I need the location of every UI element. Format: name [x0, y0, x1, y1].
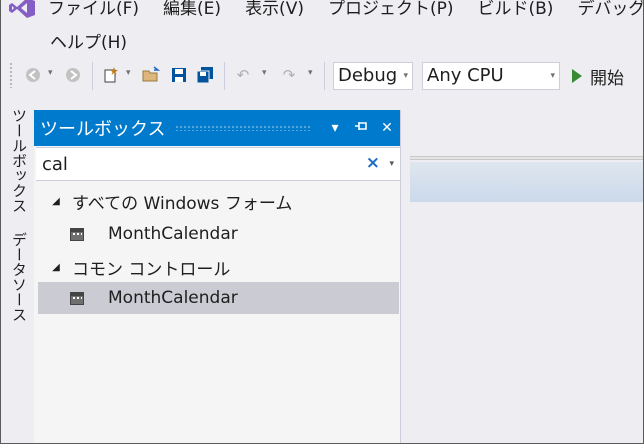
- expanded-triangle-icon: ◢: [52, 261, 60, 273]
- save-icon[interactable]: [170, 66, 188, 84]
- expanded-triangle-icon: ◢: [52, 195, 60, 207]
- toolbar-separator: [324, 62, 325, 90]
- chevron-down-icon: ▾: [550, 71, 555, 81]
- toolbox-group-all-windows-forms[interactable]: ◢ すべての Windows フォーム: [38, 186, 292, 216]
- window-position-dropdown-icon[interactable]: ▾: [322, 120, 348, 136]
- toolbox-search-box: × ▾: [36, 147, 401, 181]
- toolbox-item-label: MonthCalendar: [108, 224, 238, 244]
- undo-dropdown-icon[interactable]: ▾: [262, 68, 267, 78]
- visual-studio-logo-icon: [9, 0, 35, 18]
- search-options-dropdown-icon[interactable]: ▾: [389, 159, 394, 169]
- start-button[interactable]: 開始: [572, 62, 624, 90]
- menu-debug[interactable]: デバッグ(D): [577, 0, 644, 19]
- solution-configuration-combo[interactable]: Debug ▾: [333, 62, 413, 90]
- toolbox-title: ツールボックス: [40, 119, 166, 140]
- toolbox-item-selected[interactable]: MonthCalendar: [38, 282, 399, 314]
- back-dropdown-icon[interactable]: ▾: [48, 68, 53, 78]
- toolbar-separator: [224, 62, 225, 90]
- toolbox-group-common-controls[interactable]: ◢ コモン コントロール: [38, 252, 230, 282]
- play-icon: [572, 69, 582, 83]
- close-icon[interactable]: ✕: [374, 120, 400, 136]
- pin-icon[interactable]: [348, 120, 374, 136]
- navigate-back-icon[interactable]: [24, 66, 42, 84]
- configuration-value: Debug: [338, 65, 398, 86]
- undo-icon[interactable]: ↶: [234, 66, 252, 84]
- menu-build[interactable]: ビルド(B): [478, 0, 554, 19]
- chevron-down-icon: ▾: [403, 71, 408, 81]
- month-calendar-icon: [70, 227, 84, 241]
- side-tab-data-sources[interactable]: データソース: [9, 232, 30, 322]
- standard-toolbar: ▾ ▾ ↶ ▾ ↷ ▾ Debug ▾ Any CPU ▾ 開始: [0, 58, 644, 94]
- new-project-icon[interactable]: [102, 66, 120, 84]
- platform-value: Any CPU: [427, 65, 504, 86]
- group-label: コモン コントロール: [72, 259, 231, 280]
- solution-platform-combo[interactable]: Any CPU ▾: [422, 62, 560, 90]
- side-tab-toolbox[interactable]: ツールボックス: [9, 108, 30, 213]
- toolbar-grip[interactable]: [9, 62, 13, 88]
- document-area: [404, 110, 644, 444]
- menu-help[interactable]: ヘルプ(H): [50, 28, 127, 53]
- redo-icon[interactable]: ↷: [280, 66, 298, 84]
- menu-project[interactable]: プロジェクト(P): [328, 0, 454, 19]
- save-all-icon[interactable]: [196, 66, 214, 84]
- designer-divider: [410, 156, 644, 160]
- open-file-icon[interactable]: [142, 66, 160, 84]
- menu-bar: ファイル(F) 編集(E) 表示(V) プロジェクト(P) ビルド(B) デバッ…: [48, 0, 644, 19]
- toolbox-panel: ツールボックス ▾ ✕ × ▾ ◢ すべての Windows フォーム Mont…: [34, 110, 401, 444]
- toolbox-item[interactable]: MonthCalendar: [38, 218, 399, 250]
- group-label: すべての Windows フォーム: [72, 193, 293, 214]
- menu-view[interactable]: 表示(V): [245, 0, 304, 19]
- toolbox-title-bar[interactable]: ツールボックス ▾ ✕: [34, 110, 400, 146]
- toolbox-item-label: MonthCalendar: [108, 288, 238, 308]
- clear-search-icon[interactable]: ×: [366, 153, 380, 173]
- month-calendar-icon: [70, 291, 84, 305]
- title-grip: [175, 125, 310, 131]
- toolbox-search-input[interactable]: [42, 152, 342, 176]
- designer-surface[interactable]: [410, 162, 644, 202]
- navigate-forward-icon[interactable]: [64, 66, 82, 84]
- start-label: 開始: [590, 68, 624, 89]
- toolbar-separator: [92, 62, 93, 90]
- menu-file[interactable]: ファイル(F): [48, 0, 139, 19]
- redo-dropdown-icon[interactable]: ▾: [308, 68, 313, 78]
- side-tab-strip: ツールボックス データソース: [0, 108, 34, 444]
- new-dropdown-icon[interactable]: ▾: [126, 68, 131, 78]
- menu-edit[interactable]: 編集(E): [163, 0, 221, 19]
